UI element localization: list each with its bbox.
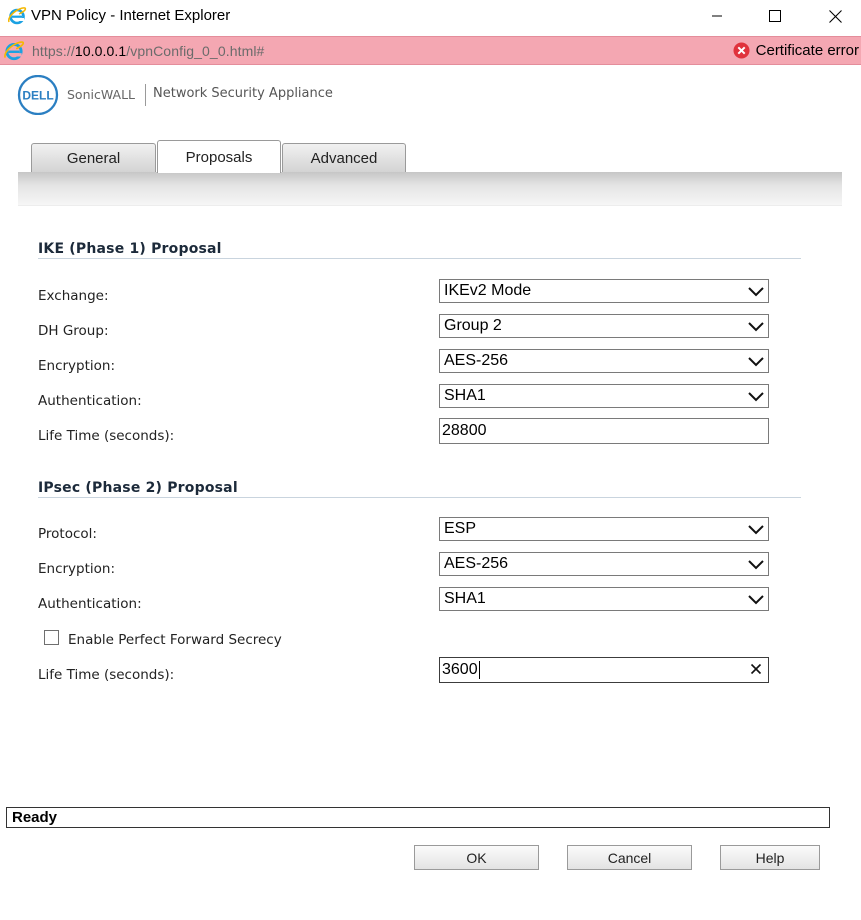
chevron-down-icon [748, 392, 764, 402]
window-title-bar: VPN Policy - Internet Explorer [0, 0, 861, 34]
brand-separator [145, 84, 146, 106]
chevron-down-icon [748, 322, 764, 332]
tab-advanced[interactable]: Advanced [282, 143, 406, 173]
ike-lifetime-label: Life Time (seconds): [38, 428, 175, 444]
ipsec-section-divider [38, 497, 801, 498]
ike-encryption-label: Encryption: [38, 358, 116, 374]
url-host: 10.0.0.1 [74, 43, 127, 59]
chevron-down-icon [748, 525, 764, 535]
ipsec-authentication-label: Authentication: [38, 596, 142, 612]
clear-input-icon[interactable] [750, 663, 762, 675]
error-icon [733, 42, 750, 59]
url-scheme: https:// [32, 43, 75, 59]
chevron-down-icon [748, 560, 764, 570]
ike-authentication-value: SHA1 [444, 387, 486, 404]
maximize-icon [769, 10, 781, 22]
chevron-down-icon [748, 595, 764, 605]
tab-proposals[interactable]: Proposals [157, 140, 281, 173]
close-icon [828, 9, 842, 23]
chevron-down-icon [748, 287, 764, 297]
ike-encryption-select[interactable]: AES-256 [439, 349, 769, 373]
ipsec-lifetime-label: Life Time (seconds): [38, 667, 175, 683]
ipsec-protocol-value: ESP [444, 520, 477, 537]
ipsec-section-title: IPsec (Phase 2) Proposal [38, 480, 238, 496]
ipsec-encryption-label: Encryption: [38, 561, 116, 577]
address-bar[interactable]: https://10.0.0.1/vpnConfig_0_0.html# Cer… [0, 36, 861, 65]
ike-exchange-select[interactable]: IKEv2 Mode [439, 279, 769, 303]
ike-dh-group-select[interactable]: Group 2 [439, 314, 769, 338]
internet-explorer-icon [4, 41, 25, 61]
maximize-button[interactable] [755, 3, 795, 29]
window-title: VPN Policy - Internet Explorer [31, 7, 231, 24]
logo-text: DELL [22, 89, 53, 103]
close-window-button[interactable] [815, 3, 855, 29]
dell-logo: DELL [17, 75, 59, 115]
url-text[interactable]: https://10.0.0.1/vpnConfig_0_0.html# [32, 43, 264, 59]
ipsec-encryption-select[interactable]: AES-256 [439, 552, 769, 576]
ipsec-authentication-select[interactable]: SHA1 [439, 587, 769, 611]
text-caret [478, 661, 480, 679]
ok-button[interactable]: OK [414, 845, 539, 870]
ipsec-protocol-select[interactable]: ESP [439, 517, 769, 541]
ike-authentication-select[interactable]: SHA1 [439, 384, 769, 408]
pfs-checkbox[interactable] [44, 630, 59, 645]
ipsec-lifetime-input[interactable]: 3600 [439, 657, 769, 683]
ike-section-divider [38, 258, 801, 259]
certificate-error-button[interactable]: Certificate error [733, 42, 859, 59]
ike-authentication-label: Authentication: [38, 393, 142, 409]
tab-general[interactable]: General [31, 143, 156, 173]
status-bar: Ready [6, 807, 830, 828]
ike-dh-group-value: Group 2 [444, 317, 502, 334]
ipsec-authentication-value: SHA1 [444, 590, 486, 607]
internet-explorer-icon [8, 7, 27, 25]
ipsec-encryption-value: AES-256 [444, 555, 509, 572]
ike-encryption-value: AES-256 [444, 352, 509, 369]
tab-content-header [18, 172, 842, 206]
ike-exchange-value: IKEv2 Mode [444, 282, 532, 299]
ike-exchange-label: Exchange: [38, 288, 109, 304]
brand-name: SonicWALL [67, 87, 136, 102]
ike-dh-group-label: DH Group: [38, 323, 109, 339]
ipsec-lifetime-value: 3600 [442, 661, 478, 678]
cancel-button[interactable]: Cancel [567, 845, 692, 870]
ike-lifetime-input[interactable]: 28800 [439, 418, 769, 444]
url-path: /vpnConfig_0_0.html# [126, 43, 265, 59]
minimize-icon [712, 15, 722, 17]
ike-lifetime-value: 28800 [442, 422, 487, 439]
ike-section-title: IKE (Phase 1) Proposal [38, 241, 222, 257]
help-button[interactable]: Help [720, 845, 820, 870]
pfs-checkbox-label[interactable]: Enable Perfect Forward Secrecy [68, 632, 282, 648]
product-name: Network Security Appliance [153, 86, 333, 101]
minimize-button[interactable] [697, 3, 737, 29]
chevron-down-icon [748, 357, 764, 367]
certificate-error-label: Certificate error [755, 42, 859, 59]
ipsec-protocol-label: Protocol: [38, 526, 97, 542]
